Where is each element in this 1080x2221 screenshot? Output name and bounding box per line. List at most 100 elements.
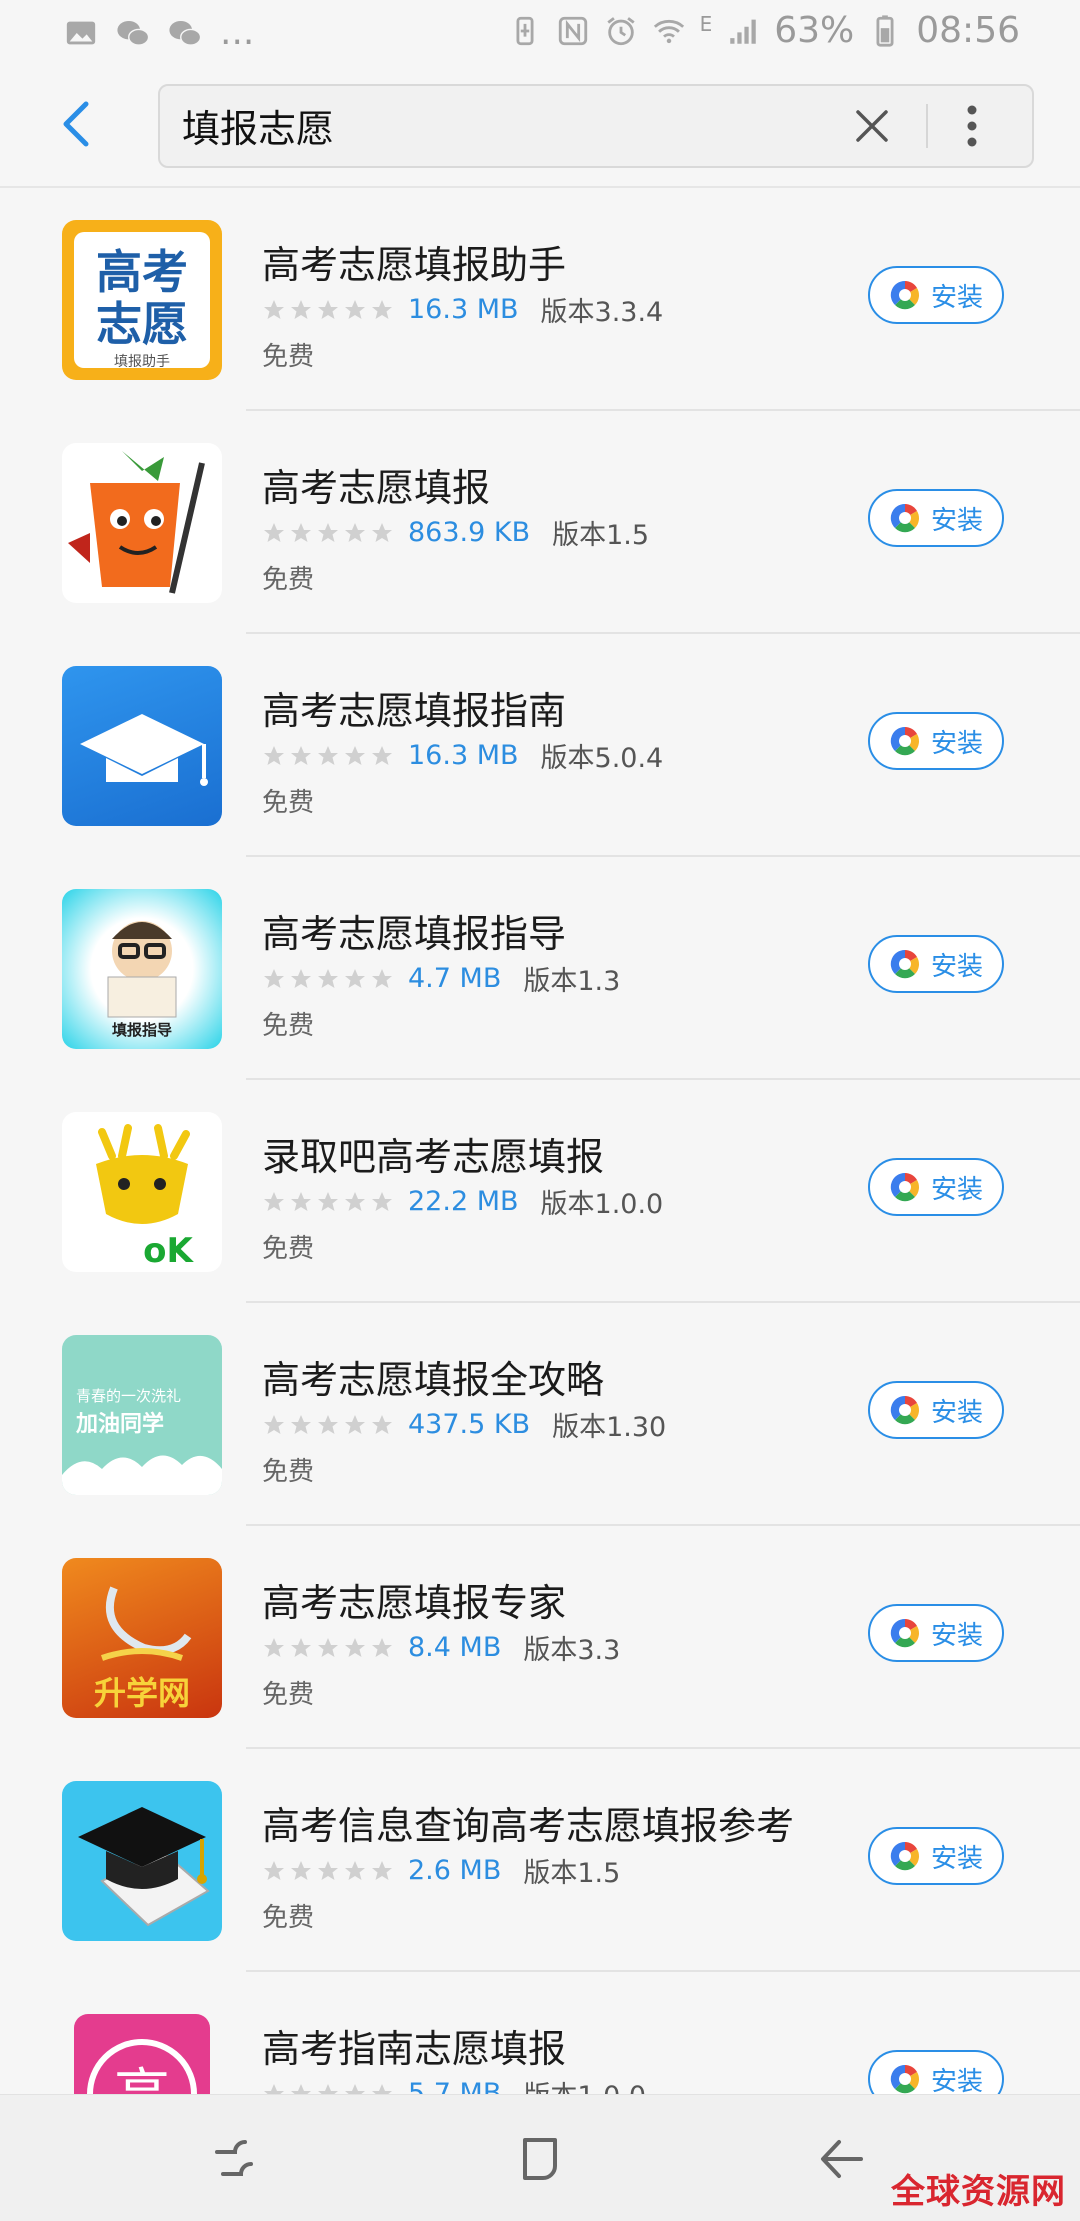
app-price: 免费 (262, 1680, 315, 1710)
app-price: 免费 (262, 1457, 315, 1487)
star-icon (345, 968, 365, 988)
app-icon (62, 666, 222, 826)
more-options-button[interactable] (942, 96, 1002, 156)
list-item[interactable]: 高考 志愿 填报助手 高考志愿填报助手 16.3 MB 版本3.3.4 免费 安… (0, 188, 1080, 411)
star-icon (264, 1191, 284, 1211)
back-nav-icon (821, 2140, 863, 2178)
star-icon (345, 522, 365, 542)
star-icon (372, 299, 392, 319)
search-input[interactable]: 填报志愿 (158, 84, 1034, 168)
back-nav-button[interactable] (814, 2131, 870, 2187)
star-icon (264, 968, 284, 988)
install-button[interactable]: 安装 (868, 1827, 1004, 1885)
app-store-icon (890, 503, 919, 533)
app-version: 版本5.0.4 (540, 743, 664, 774)
rating-stars (262, 521, 394, 545)
app-version: 版本1.5 (552, 520, 650, 551)
install-button[interactable]: 安装 (868, 489, 1004, 547)
rating-stars (262, 744, 394, 768)
app-name: 高考志愿填报指南 (262, 689, 567, 733)
image-icon (66, 21, 96, 44)
app-meta: 8.4 MB 版本3.3 (262, 1628, 620, 1667)
icon-text: 加油同学 (75, 1411, 164, 1437)
app-size: 437.5 KB (408, 1409, 531, 1440)
list-item[interactable]: 升学网 高考志愿填报专家 8.4 MB 版本3.3 免费 安装 (0, 1526, 1080, 1749)
rating-stars (262, 967, 394, 991)
install-label: 安装 (930, 951, 983, 982)
app-version: 版本1.3 (523, 966, 621, 997)
app-store-icon (890, 280, 919, 310)
install-button[interactable]: 安装 (868, 935, 1004, 993)
list-item[interactable]: 青春的一次洗礼 加油同学 高考志愿填报全攻略 437.5 KB 版本1.30 免… (0, 1303, 1080, 1526)
notification-icons: ... (64, 12, 254, 53)
battery-icon (876, 14, 894, 47)
back-arrow-icon (63, 101, 89, 147)
star-icon (291, 1414, 311, 1434)
list-item[interactable]: 填报指导 高考志愿填报指导 4.7 MB 版本1.3 免费 安装 (0, 857, 1080, 1080)
install-label: 安装 (930, 1843, 983, 1874)
star-icon (318, 745, 338, 765)
star-icon (264, 1637, 284, 1657)
install-button[interactable]: 安装 (868, 1604, 1004, 1662)
app-size: 4.7 MB (408, 963, 502, 994)
recents-button[interactable] (206, 2131, 262, 2187)
install-label: 安装 (930, 1397, 983, 1428)
star-icon (291, 968, 311, 988)
app-icon: 升学网 (62, 1558, 222, 1718)
install-label: 安装 (930, 728, 983, 759)
network-type: E (699, 11, 713, 36)
rating-stars (262, 298, 394, 322)
rating-stars (262, 1859, 394, 1883)
list-item[interactable]: 高考志愿填报指南 16.3 MB 版本5.0.4 免费 安装 (0, 634, 1080, 857)
install-label: 安装 (930, 505, 983, 536)
app-price: 免费 (262, 1234, 315, 1264)
install-button[interactable]: 安装 (868, 1158, 1004, 1216)
star-icon (372, 1860, 392, 1880)
app-icon: 青春的一次洗礼 加油同学 (62, 1335, 222, 1495)
app-store-icon (890, 1618, 919, 1648)
alarm-icon (606, 16, 635, 45)
app-name: 高考指南志愿填报 (262, 2027, 567, 2071)
battery-percent: 63% (774, 10, 855, 51)
app-version: 版本3.3 (523, 1635, 621, 1666)
list-item[interactable]: 高考志愿填报 863.9 KB 版本1.5 免费 安装 (0, 411, 1080, 634)
app-store-icon (890, 1172, 919, 1202)
install-button[interactable]: 安装 (868, 712, 1004, 770)
icon-text: oK (143, 1231, 194, 1271)
star-icon (291, 299, 311, 319)
star-icon (372, 1191, 392, 1211)
list-item[interactable]: 高考信息查询高考志愿填报参考 2.6 MB 版本1.5 免费 安装 (0, 1749, 1080, 1972)
app-price: 免费 (262, 788, 315, 818)
star-icon (318, 1637, 338, 1657)
star-icon (264, 1414, 284, 1434)
list-item[interactable]: oK 录取吧高考志愿填报 22.2 MB 版本1.0.0 免费 安装 (0, 1080, 1080, 1303)
app-size: 863.9 KB (408, 517, 531, 548)
rating-stars (262, 1636, 394, 1660)
back-button[interactable] (46, 94, 106, 154)
app-price: 免费 (262, 565, 315, 595)
clear-search-button[interactable] (846, 100, 898, 152)
close-icon (856, 110, 888, 142)
nfc-icon (558, 16, 587, 45)
star-icon (291, 1191, 311, 1211)
star-icon (372, 522, 392, 542)
install-button[interactable]: 安装 (868, 266, 1004, 324)
icon-text: 志愿 (96, 297, 188, 351)
install-button[interactable]: 安装 (868, 1381, 1004, 1439)
home-button[interactable] (512, 2131, 568, 2187)
star-icon (318, 299, 338, 319)
search-divider (926, 104, 928, 148)
star-icon (372, 1637, 392, 1657)
app-store-icon (890, 949, 919, 979)
star-icon (318, 1860, 338, 1880)
clock: 08:56 (916, 10, 1020, 51)
star-icon (264, 522, 284, 542)
star-icon (345, 1637, 365, 1657)
star-icon (372, 745, 392, 765)
icon-text: 填报助手 (114, 354, 170, 370)
app-meta: 16.3 MB 版本5.0.4 (262, 736, 663, 775)
star-icon (291, 522, 311, 542)
search-query[interactable]: 填报志愿 (182, 98, 334, 153)
star-icon (264, 745, 284, 765)
app-size: 16.3 MB (408, 294, 519, 325)
